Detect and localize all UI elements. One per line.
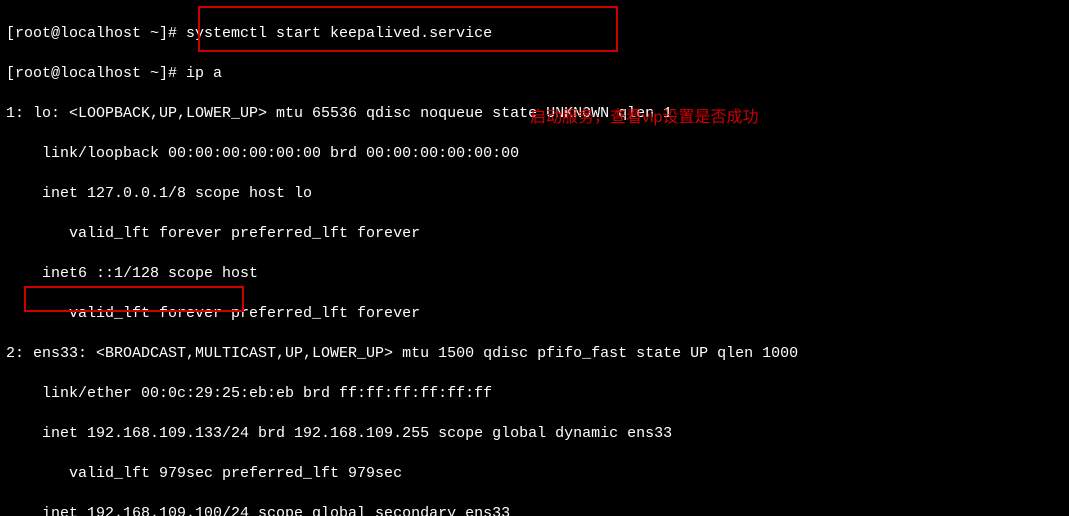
terminal-output[interactable]: [root@localhost ~]# systemctl start keep… bbox=[0, 0, 1069, 516]
prompt-prefix: [root@localhost ~]# bbox=[6, 65, 186, 82]
annotation-text: 启动服务，查看vip设置是否成功 bbox=[530, 108, 758, 128]
command-2: ip a bbox=[186, 65, 222, 82]
output-line: valid_lft forever preferred_lft forever bbox=[6, 304, 1063, 324]
output-line: inet 127.0.0.1/8 scope host lo bbox=[6, 184, 1063, 204]
output-line: valid_lft forever preferred_lft forever bbox=[6, 224, 1063, 244]
prompt-prefix: [root@localhost ~]# bbox=[6, 25, 186, 42]
output-line: link/loopback 00:00:00:00:00:00 brd 00:0… bbox=[6, 144, 1063, 164]
output-line: inet 192.168.109.133/24 brd 192.168.109.… bbox=[6, 424, 1063, 444]
prompt-line-2: [root@localhost ~]# ip a bbox=[6, 64, 1063, 84]
output-line: link/ether 00:0c:29:25:eb:eb brd ff:ff:f… bbox=[6, 384, 1063, 404]
output-line: inet6 ::1/128 scope host bbox=[6, 264, 1063, 284]
command-1: systemctl start keepalived.service bbox=[186, 25, 492, 42]
prompt-line-1: [root@localhost ~]# systemctl start keep… bbox=[6, 24, 1063, 44]
output-line: valid_lft 979sec preferred_lft 979sec bbox=[6, 464, 1063, 484]
output-line: 2: ens33: <BROADCAST,MULTICAST,UP,LOWER_… bbox=[6, 344, 1063, 364]
output-line-vip: inet 192.168.109.100/24 scope global sec… bbox=[6, 504, 1063, 516]
